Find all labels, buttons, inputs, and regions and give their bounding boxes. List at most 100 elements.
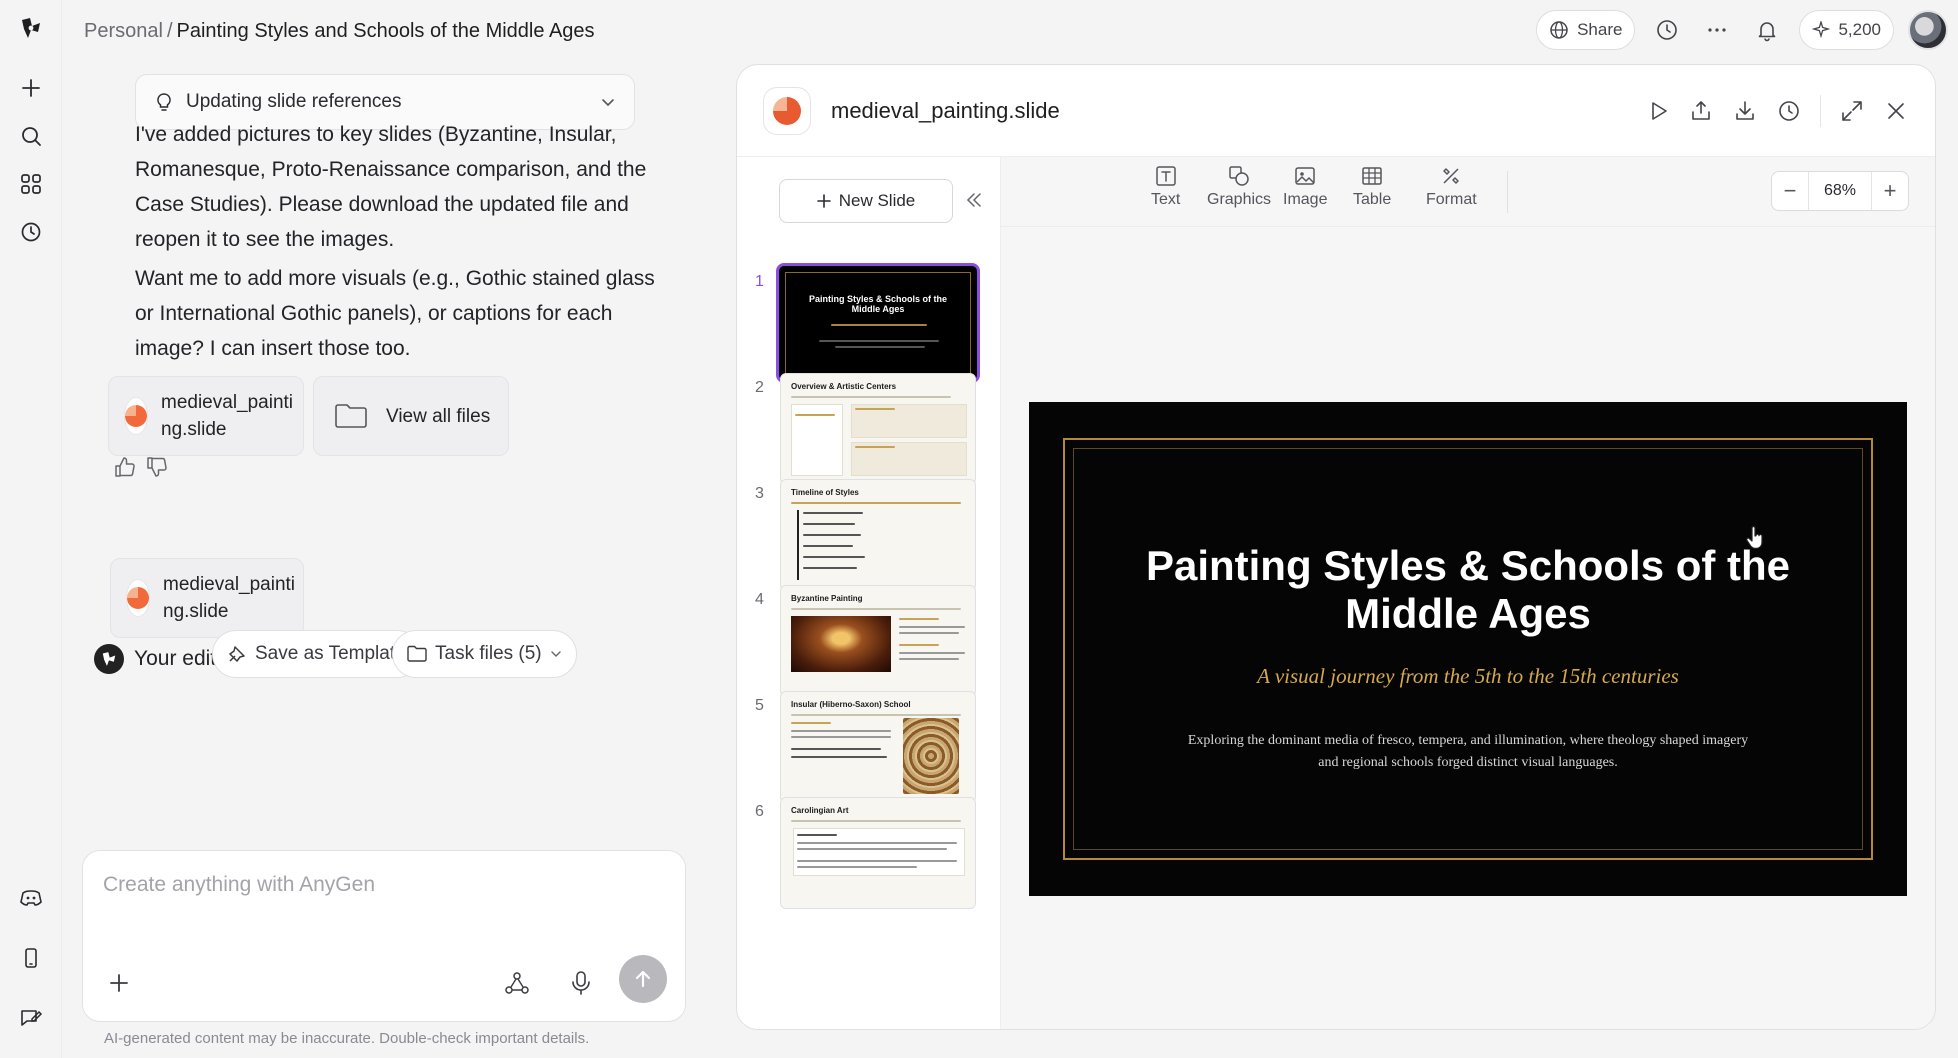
download-icon[interactable] <box>1732 98 1758 124</box>
slide-thumbnail-row[interactable]: 2 Overview & Artistic Centers <box>737 373 1001 485</box>
graphics-tool-label: Graphics <box>1207 191 1272 208</box>
play-icon[interactable] <box>1646 99 1670 123</box>
slide-thumbnail-row[interactable]: 1 Painting Styles & Schools of the Middl… <box>737 263 1001 383</box>
top-bar: Personal / Painting Styles and Schools of … <box>62 0 1958 64</box>
close-icon[interactable] <box>1883 98 1909 124</box>
zoom-control: − 68% + <box>1771 171 1909 211</box>
globe-icon <box>1550 21 1568 39</box>
zoom-in-button[interactable]: + <box>1872 172 1908 210</box>
new-chat-icon[interactable] <box>9 66 53 110</box>
table-tool-button[interactable]: Table <box>1353 165 1391 209</box>
notifications-bell-icon[interactable] <box>1749 12 1785 48</box>
task-files-label: Task files (5) <box>435 643 542 664</box>
hand-cursor-icon <box>1746 525 1763 549</box>
mobile-app-icon[interactable] <box>9 936 53 980</box>
slide-thumbnail-row[interactable]: 5 Insular (Hiberno-Saxon) School <box>737 691 1001 803</box>
feedback-icon[interactable] <box>9 996 53 1040</box>
task-files-button[interactable]: Task files (5) <box>392 630 577 678</box>
slide-thumbnail[interactable]: Overview & Artistic Centers <box>780 373 976 485</box>
file-card-slide-2[interactable]: medieval_painti ng.slide <box>110 558 304 638</box>
share-label: Share <box>1577 20 1623 39</box>
chevron-down-small-icon <box>550 651 561 657</box>
sparkle-icon <box>1812 21 1831 39</box>
version-history-icon[interactable] <box>1649 12 1685 48</box>
editor-file-name: medieval_painting.slide <box>831 97 1060 123</box>
credits-count: 5,200 <box>1838 20 1881 39</box>
slide-inner-frame <box>1073 448 1863 850</box>
thumbs-up-icon[interactable] <box>112 454 138 480</box>
breadcrumb-root[interactable]: Personal <box>84 20 163 42</box>
save-as-template-button[interactable]: Save as Template <box>212 630 421 678</box>
send-button[interactable] <box>619 955 667 1003</box>
tools-icon[interactable] <box>503 969 531 997</box>
breadcrumb: Personal / Painting Styles and Schools of … <box>84 20 595 43</box>
slide-title[interactable]: Painting Styles & Schools of the Middle … <box>1089 542 1847 638</box>
thumbnail-number: 5 <box>755 697 764 714</box>
byzantine-image <box>791 616 891 672</box>
slide-file-icon <box>125 398 147 434</box>
slide-thumbnail[interactable]: Byzantine Painting <box>780 585 976 697</box>
slide-canvas-area: Text Graphics Image Table Format − 68% +… <box>1001 157 1935 1029</box>
slide-subtitle[interactable]: A visual journey from the 5th to the 15t… <box>1089 664 1847 689</box>
insert-toolbar: Text Graphics Image Table Format − 68% + <box>1001 157 1935 227</box>
collapse-panel-icon[interactable] <box>965 191 983 209</box>
thumbnail-number: 2 <box>755 379 764 396</box>
zoom-out-button[interactable]: − <box>1772 172 1808 210</box>
slide-file-badge-icon <box>763 86 811 135</box>
current-slide[interactable]: Painting Styles & Schools of the Middle … <box>1029 402 1907 896</box>
assistant-message-1: I've added pictures to key slides (Byzan… <box>135 123 647 251</box>
slide-thumbnail-row[interactable]: 6 Carolingian Art <box>737 797 1001 909</box>
share-export-icon[interactable] <box>1688 98 1714 124</box>
file-card-slide[interactable]: medieval_painti ng.slide <box>108 376 304 456</box>
zoom-level[interactable]: 68% <box>1808 172 1872 210</box>
view-all-files-button[interactable]: View all files <box>313 376 509 456</box>
composer <box>82 850 686 1022</box>
search-icon[interactable] <box>9 114 53 158</box>
slide-thumbnail[interactable]: Carolingian Art <box>780 797 976 909</box>
new-slide-button[interactable]: New Slide <box>779 179 953 223</box>
credits-badge[interactable]: 5,200 <box>1799 10 1894 50</box>
slide-body-text[interactable]: Exploring the dominant media of fresco, … <box>1179 730 1757 774</box>
format-tool-button[interactable]: Format <box>1426 165 1477 209</box>
share-button[interactable]: Share <box>1536 10 1636 50</box>
slide-thumbnail-row[interactable]: 4 Byzantine Painting <box>737 585 1001 697</box>
thumbnail-number: 6 <box>755 803 764 820</box>
slide-thumbnail[interactable]: Timeline of Styles <box>780 479 976 591</box>
more-options-icon[interactable] <box>1699 12 1735 48</box>
new-slide-label: New Slide <box>838 191 916 210</box>
view-all-files-label: View all files <box>386 405 491 427</box>
lightbulb-icon <box>157 93 171 111</box>
history-clock-icon[interactable] <box>1776 98 1802 124</box>
table-icon <box>1362 167 1382 185</box>
text-tool-button[interactable]: Text <box>1151 165 1180 209</box>
graphics-tool-button[interactable]: Graphics <box>1207 165 1271 209</box>
save-as-template-label: Save as Template <box>255 643 406 664</box>
folder-icon <box>335 404 367 428</box>
app-logo-icon[interactable] <box>9 6 53 50</box>
microphone-icon[interactable] <box>567 969 595 997</box>
text-tool-label: Text <box>1151 191 1181 208</box>
prompt-input[interactable] <box>103 873 663 897</box>
thumbnail-number: 1 <box>755 273 764 290</box>
slide-editor-panel: medieval_painting.slide New Slide 1 Pain… <box>736 64 1936 1030</box>
apps-grid-icon[interactable] <box>9 162 53 206</box>
thumbnail-title: Insular (Hiberno-Saxon) School <box>791 700 911 709</box>
thumbnail-title: Byzantine Painting <box>791 594 863 603</box>
discord-icon[interactable] <box>9 876 53 920</box>
file-name-line-1: medieval_painti <box>161 392 294 413</box>
slide-thumbnail[interactable]: Insular (Hiberno-Saxon) School <box>780 691 976 803</box>
slide-thumbnail-active[interactable]: Painting Styles & Schools of the Middle … <box>776 263 980 383</box>
history-icon[interactable] <box>9 210 53 254</box>
thumbnail-title: Painting Styles & Schools of the Middle … <box>808 294 948 314</box>
slide-thumbnails-panel: New Slide 1 Painting Styles & Schools of… <box>737 157 1001 1029</box>
attach-plus-icon[interactable] <box>107 971 131 995</box>
thumbs-down-icon[interactable] <box>144 454 170 480</box>
image-tool-button[interactable]: Image <box>1283 165 1327 209</box>
breadcrumb-current[interactable]: Painting Styles and Schools of the Middl… <box>177 20 595 42</box>
expand-icon[interactable] <box>1839 98 1865 124</box>
user-avatar[interactable] <box>1908 10 1948 50</box>
chat-panel: Updating slide references I've added pic… <box>62 64 728 1058</box>
file-name-2-line-2: ng.slide <box>163 601 229 622</box>
format-tool-label: Format <box>1426 191 1477 208</box>
slide-thumbnail-row[interactable]: 3 Timeline of Styles <box>737 479 1001 591</box>
